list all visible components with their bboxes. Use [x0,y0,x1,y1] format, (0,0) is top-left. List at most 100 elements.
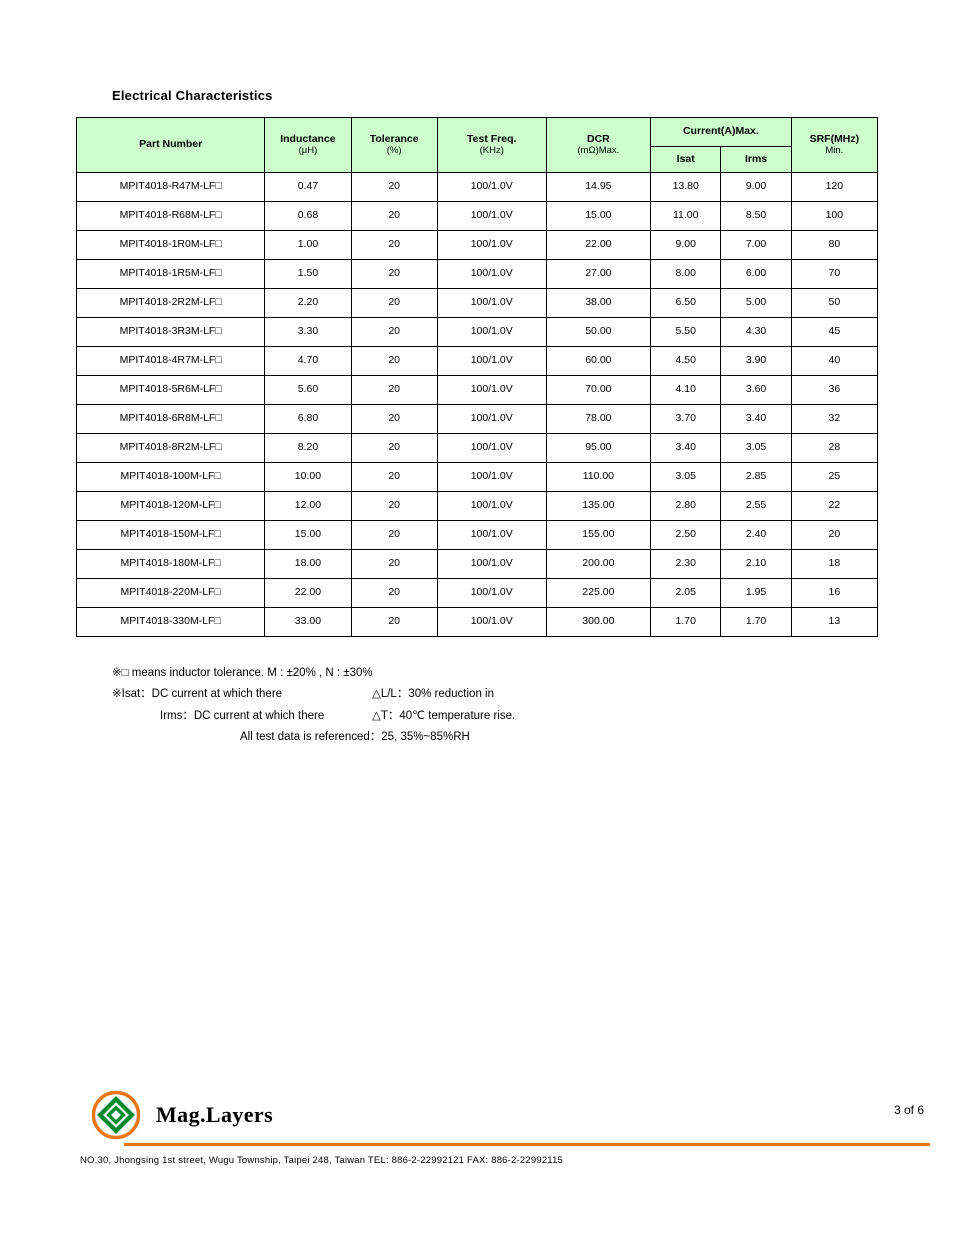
cell-tol: 20 [351,521,437,550]
th-part-number: Part Number [77,118,265,173]
cell-freq: 100/1.0V [437,231,546,260]
company-name: Mag.Layers [156,1102,273,1128]
cell-dcr: 14.95 [546,173,650,202]
table-row: MPIT4018-R68M-LF□0.6820100/1.0V15.0011.0… [77,202,878,231]
cell-ind: 1.00 [265,231,351,260]
cell-irms: 3.05 [721,434,791,463]
cell-irms: 4.30 [721,318,791,347]
cell-dcr: 70.00 [546,376,650,405]
cell-isat: 3.70 [651,405,721,434]
cell-isat: 4.50 [651,347,721,376]
cell-isat: 2.80 [651,492,721,521]
note-line: ※Isat：DC current at which there △L/L：30%… [112,684,878,705]
footer-divider [124,1143,930,1146]
cell-irms: 3.60 [721,376,791,405]
cell-pn: MPIT4018-1R0M-LF□ [77,231,265,260]
table-row: MPIT4018-150M-LF□15.0020100/1.0V155.002.… [77,521,878,550]
cell-tol: 20 [351,550,437,579]
cell-dcr: 135.00 [546,492,650,521]
cell-srf: 20 [791,521,877,550]
table-row: MPIT4018-1R5M-LF□1.5020100/1.0V27.008.00… [77,260,878,289]
cell-isat: 3.05 [651,463,721,492]
cell-dcr: 300.00 [546,608,650,637]
cell-ind: 8.20 [265,434,351,463]
cell-tol: 20 [351,434,437,463]
cell-dcr: 27.00 [546,260,650,289]
cell-srf: 16 [791,579,877,608]
cell-ind: 12.00 [265,492,351,521]
page-number: 3 of 6 [894,1103,924,1117]
cell-ind: 0.68 [265,202,351,231]
spec-table: Part Number Inductance(μH) Tolerance(%) … [76,117,878,637]
table-row: MPIT4018-220M-LF□22.0020100/1.0V225.002.… [77,579,878,608]
cell-freq: 100/1.0V [437,202,546,231]
notes-block: ※□ means inductor tolerance. M : ±20% , … [112,663,878,748]
th-srf: SRF(MHz)Min. [791,118,877,173]
cell-ind: 4.70 [265,347,351,376]
cell-pn: MPIT4018-120M-LF□ [77,492,265,521]
cell-srf: 100 [791,202,877,231]
cell-dcr: 38.00 [546,289,650,318]
table-row: MPIT4018-100M-LF□10.0020100/1.0V110.003.… [77,463,878,492]
cell-freq: 100/1.0V [437,492,546,521]
cell-tol: 20 [351,318,437,347]
cell-irms: 3.90 [721,347,791,376]
cell-tol: 20 [351,405,437,434]
cell-srf: 120 [791,173,877,202]
table-row: MPIT4018-R47M-LF□0.4720100/1.0V14.9513.8… [77,173,878,202]
cell-tol: 20 [351,492,437,521]
note-line: ※□ means inductor tolerance. M : ±20% , … [112,663,878,684]
note-line: All test data is referenced：25, 35%~85%R… [240,727,878,748]
cell-ind: 6.80 [265,405,351,434]
table-row: MPIT4018-8R2M-LF□8.2020100/1.0V95.003.40… [77,434,878,463]
cell-dcr: 155.00 [546,521,650,550]
cell-freq: 100/1.0V [437,260,546,289]
cell-dcr: 225.00 [546,579,650,608]
cell-tol: 20 [351,231,437,260]
page-footer: Mag.Layers 3 of 6 NO.30, Jhongsing 1st s… [76,1089,930,1167]
cell-isat: 9.00 [651,231,721,260]
cell-irms: 1.95 [721,579,791,608]
cell-irms: 2.10 [721,550,791,579]
table-header: Part Number Inductance(μH) Tolerance(%) … [77,118,878,173]
cell-ind: 0.47 [265,173,351,202]
cell-dcr: 78.00 [546,405,650,434]
cell-tol: 20 [351,260,437,289]
cell-freq: 100/1.0V [437,434,546,463]
cell-irms: 2.55 [721,492,791,521]
cell-isat: 4.10 [651,376,721,405]
section-title: Electrical Characteristics [112,88,878,103]
cell-pn: MPIT4018-330M-LF□ [77,608,265,637]
cell-tol: 20 [351,608,437,637]
cell-pn: MPIT4018-R68M-LF□ [77,202,265,231]
cell-dcr: 110.00 [546,463,650,492]
cell-dcr: 50.00 [546,318,650,347]
cell-irms: 6.00 [721,260,791,289]
cell-irms: 3.40 [721,405,791,434]
cell-dcr: 200.00 [546,550,650,579]
cell-tol: 20 [351,376,437,405]
cell-isat: 3.40 [651,434,721,463]
cell-pn: MPIT4018-6R8M-LF□ [77,405,265,434]
cell-srf: 40 [791,347,877,376]
cell-srf: 32 [791,405,877,434]
cell-pn: MPIT4018-1R5M-LF□ [77,260,265,289]
cell-isat: 8.00 [651,260,721,289]
th-inductance: Inductance(μH) [265,118,351,173]
cell-ind: 33.00 [265,608,351,637]
table-row: MPIT4018-2R2M-LF□2.2020100/1.0V38.006.50… [77,289,878,318]
cell-tol: 20 [351,202,437,231]
cell-tol: 20 [351,463,437,492]
cell-srf: 25 [791,463,877,492]
cell-freq: 100/1.0V [437,318,546,347]
cell-freq: 100/1.0V [437,579,546,608]
table-row: MPIT4018-1R0M-LF□1.0020100/1.0V22.009.00… [77,231,878,260]
cell-pn: MPIT4018-8R2M-LF□ [77,434,265,463]
cell-srf: 18 [791,550,877,579]
cell-tol: 20 [351,579,437,608]
note-line: Irms：DC current at which there △T：40℃ te… [160,706,878,727]
cell-dcr: 15.00 [546,202,650,231]
cell-isat: 11.00 [651,202,721,231]
cell-srf: 70 [791,260,877,289]
cell-srf: 50 [791,289,877,318]
